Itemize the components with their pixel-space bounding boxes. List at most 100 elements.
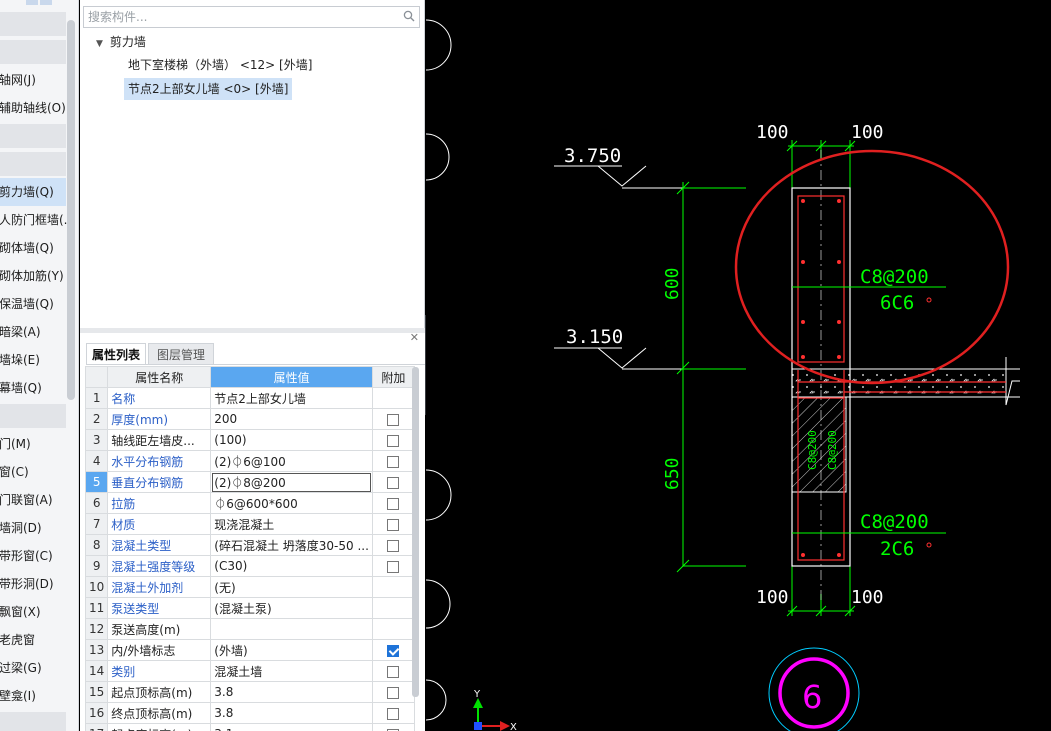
nav-group-header[interactable]	[0, 712, 66, 731]
nav-item-curtain-wall[interactable]: 幕墙(Q)	[0, 374, 66, 402]
nav-item-niche[interactable]: 壁龛(I)	[0, 682, 66, 710]
rebar-mark	[926, 297, 932, 303]
drawing-canvas[interactable]: 3.750 3.150 600 650 100 100 100 100 C8@2…	[426, 0, 1051, 731]
property-value[interactable]: 3.1	[210, 723, 373, 731]
component-list-panel: ▼ 剪力墙 地下室楼梯（外墙） <12> [外墙] 节点2上部女儿墙 <0> […	[80, 0, 425, 328]
search-icon[interactable]	[403, 10, 415, 22]
checkbox[interactable]	[387, 413, 400, 426]
property-value[interactable]: 200	[210, 408, 373, 430]
property-row[interactable]: 10 混凝土外加剂 (无)	[84, 576, 415, 598]
checkbox[interactable]	[387, 455, 400, 468]
property-value[interactable]: ⏀6@600*600	[210, 492, 373, 514]
property-scrollbar[interactable]	[412, 367, 419, 697]
checkbox[interactable]	[387, 707, 400, 720]
tree-node-shear-wall[interactable]: ▼ 剪力墙	[96, 33, 146, 51]
property-value[interactable]: (碎石混凝土 坍落度30-50 ...	[210, 534, 373, 556]
search-input[interactable]	[84, 7, 394, 27]
nav-item-shear-wall[interactable]: 剪力墙(Q)	[0, 178, 66, 206]
property-row[interactable]: 17起点底标高(m)3.1	[84, 723, 415, 731]
property-value[interactable]: (2)⏀8@200	[210, 471, 373, 493]
property-row[interactable]: 1 名称 节点2上部女儿墙	[84, 387, 415, 409]
property-name: 名称	[107, 387, 212, 409]
property-panel: ✕ 属性列表 图层管理 属性名称 属性值 附加 1 名称 节点2上部女儿墙 2 厚度(m…	[80, 331, 425, 731]
cad-drawing[interactable]: 3.750 3.150 600 650 100 100 100 100 C8@2…	[426, 0, 1051, 731]
tab-property-list[interactable]: 属性列表	[86, 343, 146, 365]
nav-item-dormer[interactable]: 老虎窗	[0, 626, 66, 654]
property-row[interactable]: 8 混凝土类型 (碎石混凝土 坍落度30-50 ...	[84, 534, 415, 556]
property-row[interactable]: 7 材质 现浇混凝土	[84, 513, 415, 535]
property-row[interactable]: 16 终点顶标高(m) 3.8	[84, 702, 415, 724]
property-row[interactable]: 9 混凝土强度等级 (C30)	[84, 555, 415, 577]
nav-item-door-window[interactable]: 门联窗(A)	[0, 486, 66, 514]
nav-item-strip-opening[interactable]: 带形洞(D)	[0, 570, 66, 598]
nav-item-masonry-rebar[interactable]: 砌体加筋(Y)	[0, 262, 66, 290]
property-value[interactable]: (2)⏀6@100	[210, 450, 373, 472]
property-name: 垂直分布钢筋	[107, 471, 212, 493]
nav-item-door[interactable]: 门(M)	[0, 430, 66, 458]
property-value[interactable]: 混凝土墙	[210, 660, 373, 682]
nav-item-wall-opening[interactable]: 墙洞(D)	[0, 514, 66, 542]
adjacent-detail-arc	[426, 19, 452, 71]
checkbox[interactable]	[387, 476, 400, 489]
nav-item-window[interactable]: 窗(C)	[0, 458, 66, 486]
tree-item-basement-stair-wall[interactable]: 地下室楼梯（外墙） <12> [外墙]	[124, 54, 316, 76]
nav-item-civil-door-wall[interactable]: 人防门框墙(...	[0, 206, 75, 234]
dimension-top-right: 100	[851, 122, 884, 143]
property-row[interactable]: 4 水平分布钢筋 (2)⏀6@100	[84, 450, 415, 472]
property-row[interactable]: 14 类别 混凝土墙	[84, 660, 415, 682]
property-value[interactable]	[210, 618, 373, 640]
property-row[interactable]: 3 轴线距左墙皮... (100)	[84, 429, 415, 451]
nav-item-wall-pier[interactable]: 墙垛(E)	[0, 346, 66, 374]
checkbox[interactable]	[387, 518, 400, 531]
property-value[interactable]: (C30)	[210, 555, 373, 577]
nav-item-hidden-beam[interactable]: 暗梁(A)	[0, 318, 66, 346]
nav-item-bay-window[interactable]: 飘窗(X)	[0, 598, 66, 626]
tree-item-parapet-wall[interactable]: 节点2上部女儿墙 <0> [外墙]	[124, 78, 293, 100]
nav-item-insulation-wall[interactable]: 保温墙(Q)	[0, 290, 66, 318]
nav-group-header[interactable]	[0, 152, 66, 176]
row-index: 2	[84, 408, 109, 430]
nav-item-masonry-wall[interactable]: 砌体墙(Q)	[0, 234, 66, 262]
property-value[interactable]: 节点2上部女儿墙	[210, 387, 373, 409]
tab-label: 属性列表	[91, 348, 140, 362]
nav-group-header[interactable]	[0, 12, 66, 36]
toolbar-button[interactable]	[40, 0, 52, 5]
property-row[interactable]: 15 起点顶标高(m) 3.8	[84, 681, 415, 703]
nav-group-header[interactable]	[0, 124, 66, 148]
property-value[interactable]: (100)	[210, 429, 373, 451]
checkbox[interactable]	[387, 497, 400, 510]
property-row[interactable]: 6 拉筋 ⏀6@600*600	[84, 492, 415, 514]
property-row[interactable]: 13 内/外墙标志 (外墙)	[84, 639, 415, 661]
nav-item-label: 墙垛(E)	[0, 353, 40, 367]
property-row[interactable]: 12 泵送高度(m)	[84, 618, 415, 640]
nav-item-lintel[interactable]: 过梁(G)	[0, 654, 66, 682]
tab-layer-management[interactable]: 图层管理	[148, 343, 214, 365]
property-name: 泵送类型	[107, 597, 212, 619]
checkbox[interactable]	[387, 560, 400, 573]
checkbox[interactable]	[387, 686, 400, 699]
checkbox[interactable]	[387, 665, 400, 678]
adjacent-detail-arc	[426, 469, 452, 521]
property-value[interactable]: (外墙)	[210, 639, 373, 661]
nav-scrollbar[interactable]	[67, 20, 75, 400]
nav-item-aux-grid[interactable]: 辅助轴线(O)	[0, 94, 66, 122]
property-row[interactable]: 11 泵送类型 (混凝土泵)	[84, 597, 415, 619]
nav-item-grid[interactable]: 轴网(J)	[0, 66, 66, 94]
checkbox[interactable]	[387, 434, 400, 447]
nav-item-strip-window[interactable]: 带形窗(C)	[0, 542, 66, 570]
property-value[interactable]: (无)	[210, 576, 373, 598]
property-value[interactable]: 现浇混凝土	[210, 513, 373, 535]
checkbox[interactable]	[387, 539, 400, 552]
property-row[interactable]: 2 厚度(mm) 200	[84, 408, 415, 430]
close-icon[interactable]: ✕	[410, 331, 419, 344]
property-row[interactable]: 5 垂直分布钢筋 (2)⏀8@200	[84, 471, 415, 493]
property-value[interactable]: 3.8	[210, 681, 373, 703]
checkbox-checked[interactable]	[387, 644, 400, 657]
property-value[interactable]: (混凝土泵)	[210, 597, 373, 619]
nav-item-label: 砌体墙(Q)	[0, 241, 54, 255]
nav-group-header[interactable]	[0, 40, 66, 64]
caret-down-icon[interactable]: ▼	[96, 35, 106, 53]
toolbar-button[interactable]	[26, 0, 38, 5]
nav-group-header[interactable]	[0, 404, 66, 428]
property-value[interactable]: 3.8	[210, 702, 373, 724]
